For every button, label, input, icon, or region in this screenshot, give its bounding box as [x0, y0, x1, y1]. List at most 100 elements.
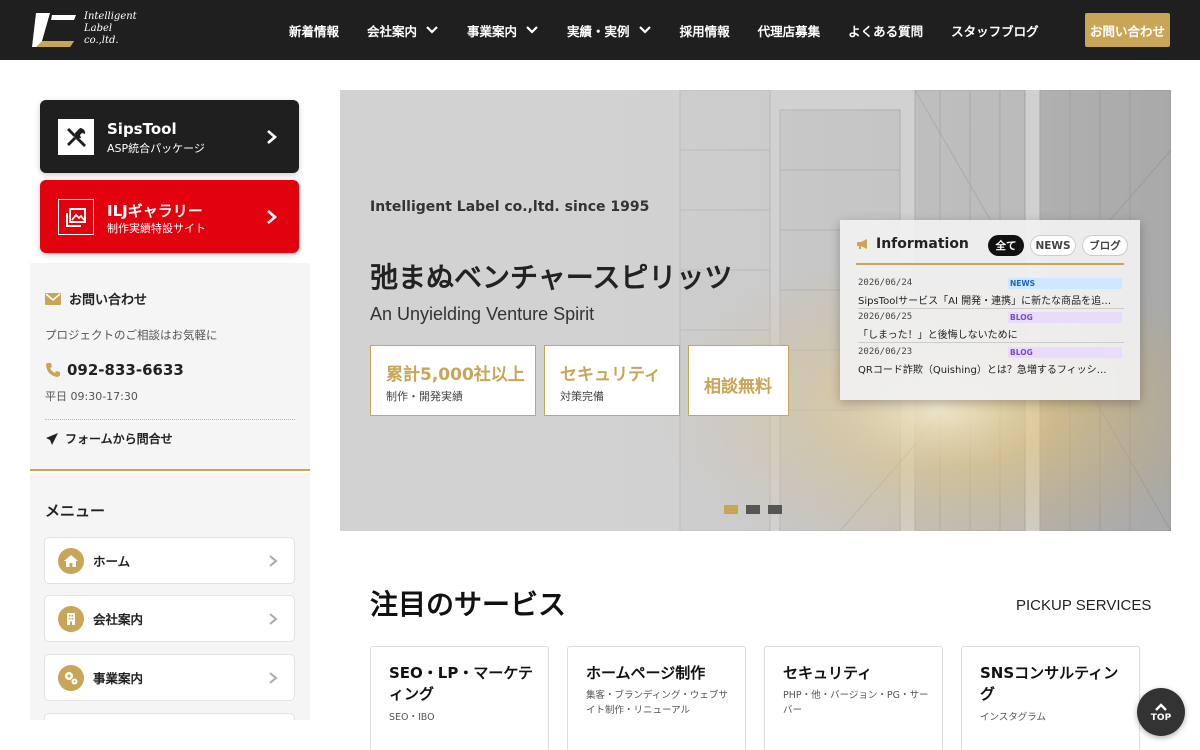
nav-label: 事業案内: [467, 23, 518, 39]
nav-business[interactable]: 事業案内: [467, 21, 539, 40]
information-divider: [856, 263, 1124, 265]
news-tag: BLOG: [1008, 347, 1122, 358]
nav-company[interactable]: 会社案内: [367, 21, 439, 40]
badge-main: セキュリティ: [560, 365, 661, 385]
menu-item-label: ホーム: [93, 554, 131, 569]
hero-slider: Intelligent Label co.,ltd. since 1995 弛ま…: [340, 90, 1171, 531]
phone-text: 092-833-6633: [67, 361, 184, 379]
nav-agency[interactable]: 代理店募集: [758, 21, 821, 40]
service-title: ホームページ制作: [586, 664, 706, 682]
sidebar-item-more[interactable]: [44, 713, 295, 720]
service-desc: PHP・他・バージョン・PG・サーバー: [783, 690, 929, 716]
slider-dot[interactable]: [746, 505, 760, 514]
tab-news[interactable]: NEWS: [1030, 235, 1076, 256]
sipstool-card[interactable]: SipsTool ASP統合パッケージ: [40, 100, 299, 173]
back-to-top-button[interactable]: TOP: [1137, 688, 1185, 736]
service-desc: インスタグラム: [980, 712, 1047, 723]
service-desc: SEO・IBO: [389, 712, 435, 723]
paper-plane-icon: [46, 432, 58, 445]
nav-label: 採用情報: [679, 23, 730, 39]
news-title: SipsToolサービス「AI 開発・連携」に新たな商品を追…: [858, 296, 1112, 307]
menu-item-label: 会社案内: [93, 612, 144, 627]
building-icon: [58, 605, 84, 632]
news-tag: NEWS: [1008, 278, 1122, 289]
nav-faq[interactable]: よくある質問: [848, 21, 923, 40]
nav-label: 会社案内: [367, 23, 418, 39]
news-item[interactable]: 2026/06/24 NEWS SipsToolサービス「AI 開発・連携」に新…: [858, 276, 1124, 309]
card-title: ILJギャラリー: [107, 202, 203, 220]
header-contact-button[interactable]: お問い合わせ: [1085, 13, 1170, 47]
back-to-top-label: TOP: [1150, 712, 1172, 723]
contact-description: プロジェクトのご相談はお気軽に: [45, 328, 218, 342]
service-card-sns[interactable]: SNSコンサルティング インスタグラム: [961, 646, 1140, 750]
chevron-right-icon: [269, 555, 278, 567]
logo-line: Label: [84, 23, 113, 34]
sidebar-item-company[interactable]: 会社案内: [44, 595, 295, 642]
information-title-text: Information: [876, 236, 969, 252]
hero-catchcopy: 弛まぬベンチャースピリッツ: [370, 261, 733, 294]
news-tag: BLOG: [1008, 312, 1122, 323]
nav-recruit[interactable]: 採用情報: [680, 21, 730, 40]
slider-dot[interactable]: [768, 505, 782, 514]
service-title: SEO・LP・マーケティング: [389, 664, 534, 703]
nav-news[interactable]: 新着情報: [289, 21, 339, 40]
information-title: Information: [856, 236, 969, 252]
service-title: SNSコンサルティング: [980, 664, 1119, 703]
nav-works[interactable]: 実績・実例: [567, 21, 652, 40]
hero-badge: 累計5,000社以上 制作・開発実績: [370, 345, 536, 416]
badge-sub: 制作・開発実績: [386, 390, 463, 403]
gears-icon: [58, 664, 84, 691]
news-title: QRコード詐欺（Quishing）とは？急増するフィッシ…: [858, 365, 1107, 376]
gallery-icon: [58, 199, 94, 235]
sidebar-contact: お問い合わせ プロジェクトのご相談はお気軽に 092-833-6633 平日 0…: [30, 263, 310, 471]
card-subtitle: 制作実績特設サイト: [107, 222, 206, 235]
phone-number[interactable]: 092-833-6633: [45, 361, 184, 379]
megaphone-icon: [857, 239, 867, 249]
main-nav: 新着情報 会社案内 事業案内 実績・実例 採用情報 代理店募集 よくある質問 ス…: [275, 0, 1053, 60]
service-card-seo[interactable]: SEO・LP・マーケティング SEO・IBO: [370, 646, 549, 750]
sidebar-item-home[interactable]: ホーム: [44, 537, 295, 584]
contact-heading-text: お問い合わせ: [69, 293, 148, 308]
news-item[interactable]: 2026/06/25 BLOG 「しまった！」と後悔しないために: [858, 310, 1124, 343]
chevron-down-icon: [526, 26, 538, 34]
service-card-security[interactable]: セキュリティ PHP・他・バージョン・PG・サーバー: [764, 646, 943, 750]
nav-label: 代理店募集: [757, 23, 821, 39]
news-title: 「しまった！」と後悔しないために: [858, 330, 1018, 341]
hero-since: Intelligent Label co.,ltd. since 1995: [370, 199, 650, 215]
logo-line: co.,ltd.: [84, 35, 119, 46]
information-panel: Information 全て NEWS ブログ 2026/06/24 NEWS …: [840, 220, 1140, 400]
mail-icon: [45, 292, 61, 305]
contact-form-link[interactable]: フォームから問合せ: [45, 430, 173, 447]
sidebar-item-business[interactable]: 事業案内: [44, 654, 295, 701]
logo-text: Intelligent Label co.,ltd.: [84, 11, 137, 47]
badge-sub: 対策完備: [560, 390, 604, 403]
service-card-homepage[interactable]: ホームページ制作 集客・ブランディング・ウェブサイト制作・リニューアル: [567, 646, 746, 750]
slider-pagination: [724, 505, 790, 514]
logo[interactable]: Intelligent Label co.,ltd.: [30, 9, 140, 51]
tools-icon: [58, 119, 94, 155]
gallery-card[interactable]: ILJギャラリー 制作実績特設サイト: [40, 180, 299, 253]
nav-label: 実績・実例: [567, 23, 630, 39]
tab-blog[interactable]: ブログ: [1082, 235, 1128, 256]
menu-title: メニュー: [45, 502, 106, 520]
news-date: 2026/06/25: [858, 312, 913, 322]
hero-catchcopy-en: An Unyielding Venture Spirit: [370, 304, 595, 324]
chevron-up-icon: [1155, 702, 1167, 711]
logo-mark-icon: [32, 13, 76, 47]
tab-all[interactable]: 全て: [988, 235, 1024, 256]
nav-label: よくある質問: [848, 23, 924, 39]
service-desc: 集客・ブランディング・ウェブサイト制作・リニューアル: [586, 690, 728, 716]
menu-item-label: 事業案内: [93, 671, 144, 686]
hero-badge: セキュリティ 対策完備: [544, 345, 680, 416]
nav-label: スタッフブログ: [951, 23, 1039, 39]
chevron-right-icon: [269, 613, 278, 625]
news-date: 2026/06/23: [858, 347, 913, 357]
nav-label: 新着情報: [289, 23, 340, 39]
slider-dot[interactable]: [724, 505, 738, 514]
nav-blog[interactable]: スタッフブログ: [951, 21, 1039, 40]
chevron-down-icon: [638, 26, 651, 34]
logo-line: Intelligent: [84, 11, 137, 22]
site-header: Intelligent Label co.,ltd. 新着情報 会社案内 事業案…: [0, 0, 1200, 60]
badge-main: 相談無料: [704, 377, 772, 397]
news-item[interactable]: 2026/06/23 BLOG QRコード詐欺（Quishing）とは？急増する…: [858, 345, 1124, 378]
